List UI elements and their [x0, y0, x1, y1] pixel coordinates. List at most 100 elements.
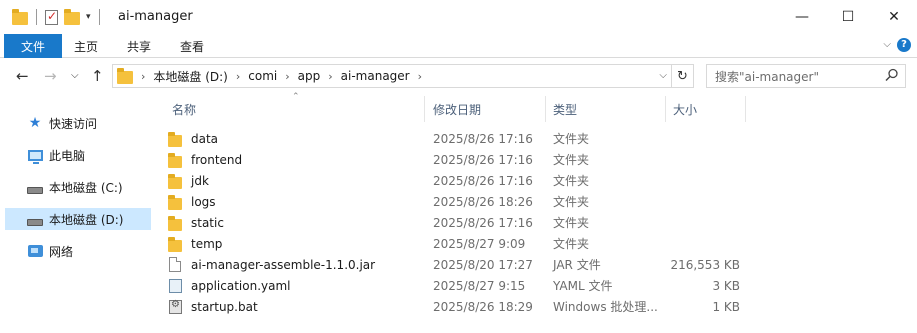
breadcrumb-chevron-icon[interactable]: › [328, 70, 332, 83]
sidebar-item-drive-c[interactable]: 本地磁盘 (C:) [5, 176, 151, 198]
folder-icon [117, 68, 133, 84]
column-divider[interactable] [745, 96, 746, 122]
file-type: YAML 文件 [553, 279, 613, 293]
tab-view[interactable]: 查看 [180, 34, 204, 58]
file-type: 文件夹 [553, 153, 590, 167]
up-button[interactable]: ↑ [91, 67, 104, 85]
tab-share[interactable]: 共享 [127, 34, 151, 58]
sidebar-item-label: 本地磁盘 (C:) [49, 180, 123, 195]
tab-home[interactable]: 主页 [74, 34, 98, 58]
column-header-date[interactable]: 修改日期 [433, 96, 481, 122]
file-row[interactable]: startup.bat 2025/8/26 18:29 Windows 批处理.… [168, 296, 748, 317]
column-divider[interactable] [665, 96, 666, 122]
breadcrumb-chevron-icon[interactable]: › [418, 70, 422, 83]
sidebar-item-drive-d[interactable]: 本地磁盘 (D:) [5, 208, 151, 230]
close-button[interactable]: ✕ [871, 0, 917, 34]
file-row[interactable]: data 2025/8/26 17:16 文件夹 [168, 128, 748, 149]
file-date: 2025/8/26 17:16 [433, 173, 533, 188]
file-date: 2025/8/26 17:16 [433, 215, 533, 230]
sidebar-item-label: 此电脑 [49, 148, 86, 163]
quick-access-icon: ★ [28, 115, 42, 131]
breadcrumb: › 本地磁盘 (D:) › comi › app › ai-manager › [141, 68, 430, 85]
file-size: 216,553 KB [670, 257, 740, 272]
column-divider[interactable] [545, 96, 546, 122]
toolbar-divider [98, 9, 100, 25]
folder-icon [12, 8, 28, 25]
file-row[interactable]: jdk 2025/8/26 17:16 文件夹 [168, 170, 748, 191]
breadcrumb-chevron-icon[interactable]: › [141, 70, 145, 83]
breadcrumb-chevron-icon[interactable]: › [236, 70, 240, 83]
file-date: 2025/8/27 9:15 [433, 278, 526, 293]
file-type: 文件夹 [553, 195, 590, 209]
quick-access-toolbar: ▾ [12, 8, 102, 25]
address-dropdown-icon[interactable]: ⌵ [659, 70, 667, 81]
sidebar-item-quick-access[interactable]: ★ 快速访问 [5, 112, 151, 134]
customize-toolbar-dropdown-icon[interactable]: ▾ [86, 12, 91, 22]
file-date: 2025/8/26 18:29 [433, 299, 533, 314]
new-folder-icon[interactable] [64, 8, 80, 25]
file-date: 2025/8/26 18:26 [433, 194, 533, 209]
title-bar: ▾ ai-manager — ☐ ✕ [0, 0, 917, 34]
properties-icon[interactable] [45, 9, 58, 25]
sidebar-item-network[interactable]: 网络 [5, 240, 151, 262]
file-date: 2025/8/20 17:27 [433, 257, 533, 272]
forward-button[interactable]: → [44, 67, 57, 85]
sidebar-item-label: 快速访问 [49, 116, 98, 131]
file-name: frontend [191, 152, 243, 167]
file-name: static [191, 215, 224, 230]
drive-icon [27, 211, 43, 227]
breadcrumb-item[interactable]: ai-manager [341, 69, 410, 83]
file-type: 文件夹 [553, 174, 590, 188]
folder-icon [168, 173, 182, 189]
file-name: ai-manager-assemble-1.1.0.jar [191, 257, 376, 272]
folder-icon [168, 236, 182, 252]
sidebar-item-this-pc[interactable]: 此电脑 [5, 144, 151, 166]
file-row[interactable]: static 2025/8/26 17:16 文件夹 [168, 212, 748, 233]
search-placeholder: 搜索"ai-manager" [715, 69, 819, 84]
recent-locations-icon[interactable]: ⌵ [71, 70, 79, 81]
search-input[interactable]: 搜索"ai-manager" [706, 64, 906, 88]
breadcrumb-item[interactable]: comi [248, 69, 277, 83]
file-row[interactable]: logs 2025/8/26 18:26 文件夹 [168, 191, 748, 212]
help-icon[interactable]: ? [897, 38, 911, 52]
breadcrumb-item[interactable]: 本地磁盘 (D:) [153, 68, 227, 85]
file-name: logs [191, 194, 216, 209]
drive-icon [27, 179, 43, 195]
minimize-button[interactable]: — [779, 0, 825, 34]
file-date: 2025/8/26 17:16 [433, 152, 533, 167]
ribbon-expand-icon[interactable]: ⌵ [883, 39, 891, 50]
breadcrumb-chevron-icon[interactable]: › [285, 70, 289, 83]
file-type: 文件夹 [553, 132, 590, 146]
file-date: 2025/8/27 9:09 [433, 236, 526, 251]
bat-file-icon [169, 299, 182, 314]
column-header-name[interactable]: 名称 [172, 96, 196, 122]
breadcrumb-item[interactable]: app [298, 69, 321, 83]
search-icon[interactable] [885, 68, 899, 85]
jar-file-icon [169, 257, 181, 272]
window-title: ai-manager [118, 9, 193, 24]
refresh-button[interactable]: ↻ [672, 64, 694, 88]
file-size: 1 KB [712, 299, 740, 314]
navigation-pane: ★ 快速访问 此电脑 本地磁盘 (C:) 本地磁盘 (D:) 网络 [0, 96, 152, 333]
file-type: JAR 文件 [553, 258, 601, 272]
file-type: 文件夹 [553, 216, 590, 230]
ribbon-tabs: 文件 主页 共享 查看 ⌵ ? [0, 34, 917, 58]
file-size: 3 KB [712, 278, 740, 293]
file-name: startup.bat [191, 299, 258, 314]
file-name: application.yaml [191, 278, 291, 293]
file-row[interactable]: application.yaml 2025/8/27 9:15 YAML 文件 … [168, 275, 748, 296]
folder-icon [168, 215, 182, 231]
back-button[interactable]: ← [16, 67, 29, 85]
column-header-type[interactable]: 类型 [553, 96, 577, 122]
file-row[interactable]: temp 2025/8/27 9:09 文件夹 [168, 233, 748, 254]
folder-icon [168, 152, 182, 168]
maximize-button[interactable]: ☐ [825, 0, 871, 34]
column-header-size[interactable]: 大小 [673, 96, 697, 122]
network-icon [27, 243, 43, 259]
column-divider[interactable] [424, 96, 425, 122]
file-row[interactable]: frontend 2025/8/26 17:16 文件夹 [168, 149, 748, 170]
address-bar[interactable]: › 本地磁盘 (D:) › comi › app › ai-manager › … [112, 64, 672, 88]
tab-file[interactable]: 文件 [4, 34, 62, 58]
file-name: temp [191, 236, 223, 251]
file-row[interactable]: ai-manager-assemble-1.1.0.jar 2025/8/20 … [168, 254, 748, 275]
